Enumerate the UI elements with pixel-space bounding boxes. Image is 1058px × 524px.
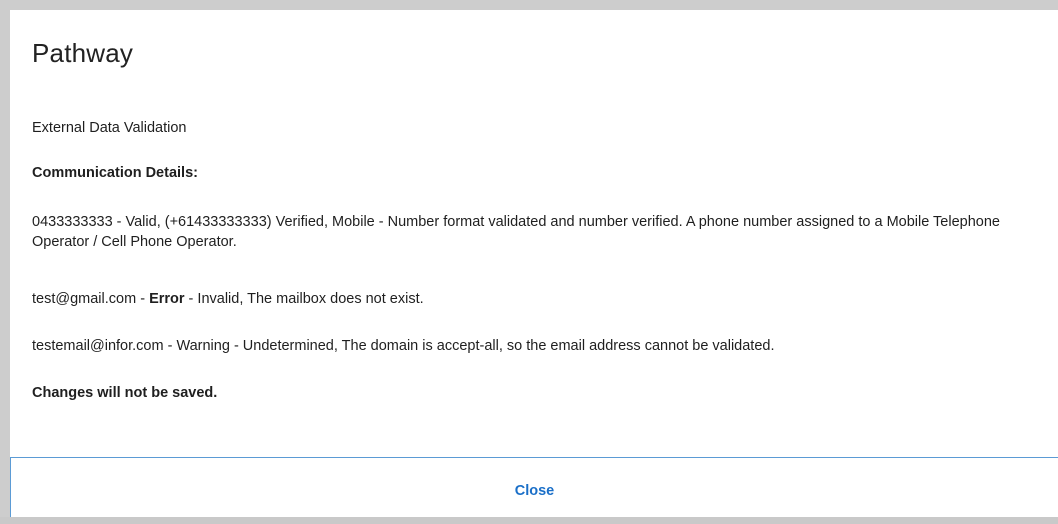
- email-error-status: Error: [149, 291, 185, 307]
- validation-dialog: Pathway External Data Validation Communi…: [10, 10, 1058, 517]
- email-error-separator: -: [136, 291, 150, 307]
- dialog-title: Pathway: [32, 38, 134, 68]
- email-error-result: test@gmail.com - Error - Invalid, The ma…: [32, 289, 424, 309]
- dialog-subtitle: External Data Validation: [32, 120, 187, 136]
- phone-validation-result: 0433333333 - Valid, (+61433333333) Verif…: [32, 214, 1000, 250]
- email-error-address: test@gmail.com: [32, 291, 137, 307]
- changes-notice: Changes will not be saved.: [32, 385, 218, 401]
- email-error-message: - Invalid, The mailbox does not exist.: [184, 291, 424, 307]
- dialog-footer: Close: [10, 457, 1058, 517]
- section-heading: Communication Details:: [32, 165, 198, 181]
- email-warning-result: testemail@infor.com - Warning - Undeterm…: [32, 338, 775, 354]
- close-button[interactable]: Close: [11, 458, 1058, 517]
